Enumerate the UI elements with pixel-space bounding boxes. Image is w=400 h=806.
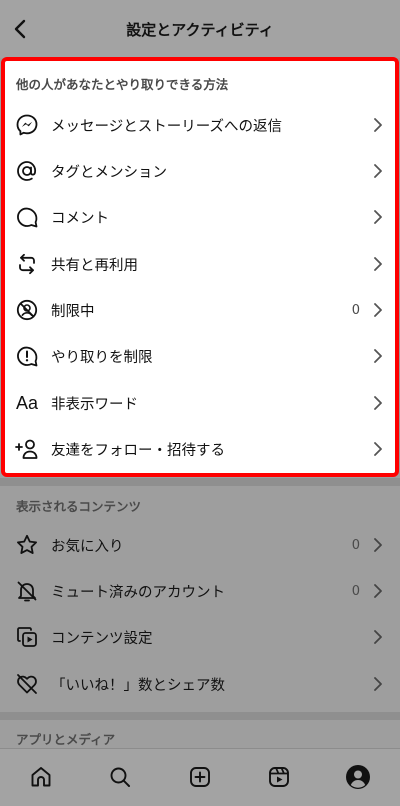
- menu-item-comments[interactable]: コメント: [0, 194, 400, 240]
- chevron-right-icon: [372, 583, 384, 599]
- menu-item-follow-invite[interactable]: 友達をフォロー・招待する: [0, 426, 400, 472]
- section-title-content: 表示されるコンテンツ: [16, 499, 142, 514]
- menu-item-label: コンテンツ設定: [51, 630, 153, 647]
- menu-item-label: ミュート済みのアカウント: [51, 584, 225, 601]
- top-bar: 設定とアクティビティ: [0, 0, 400, 58]
- heart-hidden-icon: [14, 671, 40, 697]
- repost-icon: [14, 251, 40, 277]
- reels-icon: [269, 767, 289, 787]
- messenger-icon: [14, 112, 40, 138]
- nav-new-post[interactable]: [184, 761, 216, 793]
- bell-muted-icon: [14, 578, 40, 604]
- chevron-right-icon: [372, 537, 384, 553]
- menu-item-label: 友達をフォロー・招待する: [51, 442, 225, 459]
- section-divider: [0, 712, 400, 720]
- restricted-count: 0: [351, 302, 360, 318]
- menu-item-limit-interactions[interactable]: やり取りを制限: [0, 333, 400, 379]
- nav-reels[interactable]: [263, 761, 295, 793]
- chevron-right-icon: [372, 163, 384, 179]
- bottom-navigation: [0, 748, 400, 806]
- menu-item-favorites[interactable]: お気に入り 0: [0, 522, 400, 568]
- section-divider: [0, 478, 400, 486]
- menu-item-content-preferences[interactable]: コンテンツ設定: [0, 614, 400, 660]
- chevron-right-icon: [372, 302, 384, 318]
- menu-item-message-replies[interactable]: メッセージとストーリーズへの返信: [0, 102, 400, 148]
- chevron-right-icon: [372, 629, 384, 645]
- menu-item-label: 「いいね！」数とシェア数: [51, 677, 225, 694]
- search-icon: [110, 767, 130, 787]
- favorites-count: 0: [351, 537, 360, 553]
- menu-item-label: 制限中: [51, 303, 95, 320]
- menu-item-sharing-reuse[interactable]: 共有と再利用: [0, 241, 400, 287]
- chevron-right-icon: [372, 676, 384, 692]
- nav-home[interactable]: [25, 761, 57, 793]
- menu-item-label: メッセージとストーリーズへの返信: [51, 118, 282, 135]
- section-title-apps: アプリとメディア: [16, 732, 116, 747]
- star-icon: [14, 532, 40, 558]
- page-title: 設定とアクティビティ: [126, 21, 274, 39]
- nav-profile[interactable]: [342, 761, 374, 793]
- limit-interactions-icon: [14, 343, 40, 369]
- chevron-right-icon: [372, 117, 384, 133]
- chevron-right-icon: [372, 209, 384, 225]
- menu-item-label: 非表示ワード: [51, 396, 138, 413]
- nav-search[interactable]: [104, 761, 136, 793]
- menu-item-label: やり取りを制限: [51, 349, 153, 366]
- muted-count: 0: [351, 583, 360, 599]
- content-preferences-icon: [14, 624, 40, 650]
- chevron-right-icon: [372, 256, 384, 272]
- menu-item-label: コメント: [51, 210, 109, 227]
- restricted-icon: [14, 297, 40, 323]
- chevron-right-icon: [372, 395, 384, 411]
- menu-item-like-share-counts[interactable]: 「いいね！」数とシェア数: [0, 661, 400, 707]
- chevron-right-icon: [372, 348, 384, 364]
- home-icon: [31, 767, 51, 787]
- menu-item-label: タグとメンション: [51, 164, 167, 181]
- profile-icon: [346, 765, 370, 789]
- chevron-right-icon: [372, 441, 384, 457]
- new-post-icon: [190, 767, 210, 787]
- section-title-interactions: 他の人があなたとやり取りできる方法: [16, 77, 229, 92]
- add-person-icon: [14, 436, 40, 462]
- menu-item-tags-mentions[interactable]: タグとメンション: [0, 148, 400, 194]
- menu-item-label: 共有と再利用: [51, 257, 138, 274]
- menu-item-muted-accounts[interactable]: ミュート済みのアカウント 0: [0, 568, 400, 614]
- text-aa-icon: Aa: [15, 392, 39, 413]
- menu-item-label: お気に入り: [51, 538, 124, 555]
- at-sign-icon: [14, 158, 40, 184]
- menu-item-restricted[interactable]: 制限中 0: [0, 287, 400, 333]
- comment-icon: [14, 204, 40, 230]
- menu-item-hidden-words[interactable]: Aa 非表示ワード: [0, 380, 400, 426]
